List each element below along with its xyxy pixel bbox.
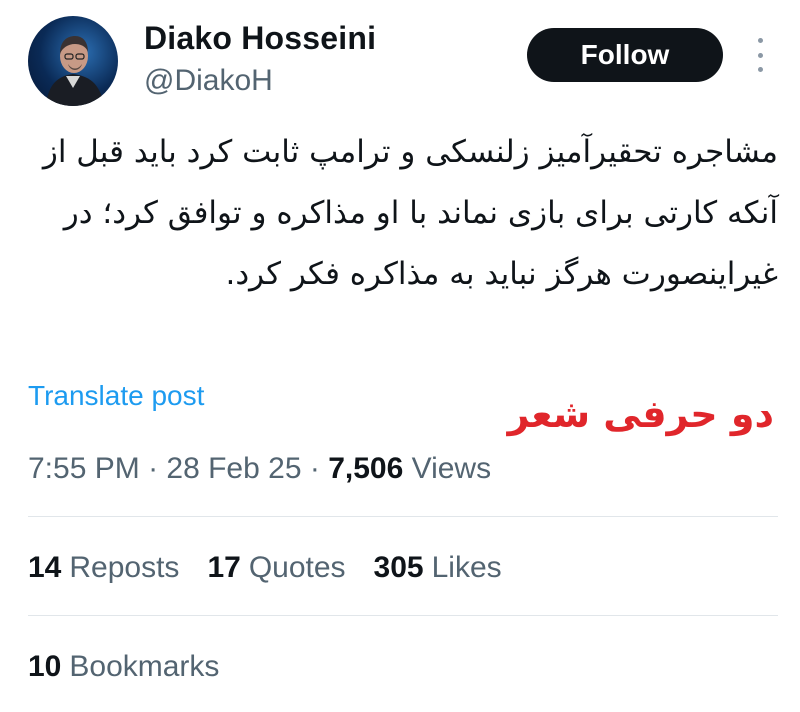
meta-separator: · — [139, 452, 167, 485]
meta-separator: · — [301, 452, 329, 485]
views-count: 7,506 — [328, 452, 404, 485]
overlay-caption: دو حرفی شعر — [507, 392, 774, 436]
reposts-stat[interactable]: 14 Reposts — [28, 551, 179, 585]
likes-count: 305 — [373, 551, 424, 584]
avatar[interactable] — [28, 16, 118, 106]
bookmarks-count: 10 — [28, 650, 62, 683]
tweet-time[interactable]: 7:55 PM — [28, 452, 140, 485]
bookmarks-stat[interactable]: 10 Bookmarks — [28, 650, 219, 684]
author-handle[interactable]: @DiakoH — [144, 64, 273, 98]
quotes-count: 17 — [207, 551, 241, 584]
avatar-photo — [46, 36, 104, 106]
reposts-label: Reposts — [69, 551, 180, 584]
likes-label: Likes — [431, 551, 502, 584]
more-dot — [757, 67, 763, 72]
tweet-text: مشاجره تحقیرآمیز زلنسکی و ترامپ ثابت کرد… — [42, 134, 778, 292]
divider — [28, 516, 778, 517]
likes-stat[interactable]: 305 Likes — [374, 551, 502, 585]
reposts-count: 14 — [28, 551, 62, 584]
more-vertical-icon[interactable] — [748, 38, 772, 72]
engagement-stats: 14 Reposts 17 Quotes 305 Likes — [28, 551, 502, 585]
tweet-meta: 7:55 PM · 28 Feb 25 · 7,506 Views — [28, 452, 491, 486]
divider — [28, 615, 778, 616]
author-name[interactable]: Diako Hosseini — [144, 20, 376, 57]
tweet-date[interactable]: 28 Feb 25 — [166, 452, 301, 485]
translate-post-link[interactable]: Translate post — [28, 380, 204, 412]
more-dot — [757, 52, 763, 58]
quotes-label: Quotes — [248, 551, 346, 584]
more-dot — [757, 38, 763, 43]
follow-button[interactable]: Follow — [527, 28, 723, 82]
bookmarks-label: Bookmarks — [69, 650, 220, 683]
views-label: Views — [411, 452, 492, 485]
quotes-stat[interactable]: 17 Quotes — [207, 551, 345, 585]
